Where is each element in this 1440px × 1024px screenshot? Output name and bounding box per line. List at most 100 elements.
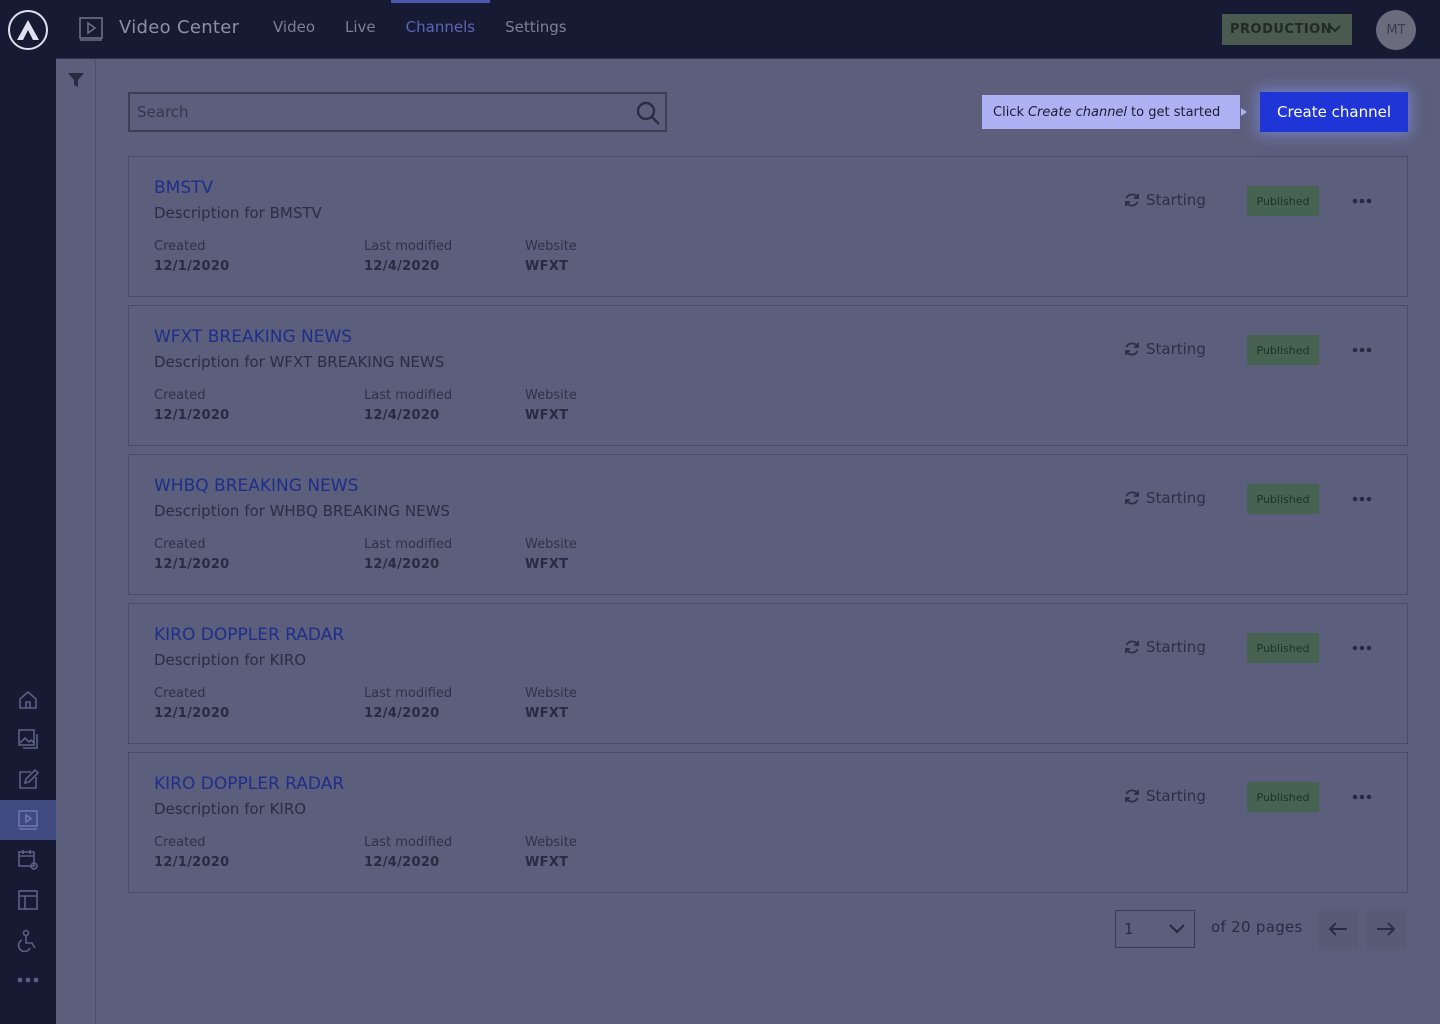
schedule-settings-icon[interactable] [0, 840, 56, 880]
website-label: Website [525, 835, 577, 850]
home-icon[interactable] [0, 680, 56, 720]
created-label: Created [154, 835, 206, 850]
channel-description: Description for WHBQ BREAKING NEWS [154, 502, 450, 520]
accessibility-icon[interactable] [0, 920, 56, 960]
tab-video[interactable]: Video [258, 0, 330, 59]
modified-value: 12/4/2020 [364, 408, 440, 423]
status-text: Starting [1146, 638, 1206, 656]
video-center-icon[interactable] [0, 800, 56, 840]
more-options-icon[interactable] [1351, 638, 1373, 658]
next-page-button[interactable] [1366, 909, 1406, 949]
top-bar: Video Center Video Live Channels Setting… [56, 0, 1440, 59]
create-channel-button[interactable]: Create channel [1260, 92, 1408, 132]
environment-label: PRODUCTION [1230, 22, 1333, 37]
created-label: Created [154, 537, 206, 552]
modified-value: 12/4/2020 [364, 855, 440, 870]
arrow-left-icon [1328, 922, 1347, 936]
refresh-icon [1125, 193, 1139, 207]
modified-meta: Last modified 12/4/2020 [364, 835, 452, 870]
website-meta: Website WFXT [525, 388, 577, 423]
website-label: Website [525, 537, 577, 552]
tab-live[interactable]: Live [330, 0, 391, 59]
channel-title-link[interactable]: WHBQ BREAKING NEWS [154, 476, 358, 496]
created-meta: Created 12/1/2020 [154, 239, 230, 274]
channel-description: Description for BMSTV [154, 204, 322, 222]
layout-icon[interactable] [0, 880, 56, 920]
channel-card: WHBQ BREAKING NEWS Description for WHBQ … [128, 454, 1408, 595]
channel-card: KIRO DOPPLER RADAR Description for KIRO … [128, 603, 1408, 744]
website-label: Website [525, 686, 577, 701]
avatar[interactable]: MT [1376, 10, 1416, 50]
search-box [128, 92, 667, 132]
arrow-right-icon [1377, 922, 1396, 936]
created-label: Created [154, 686, 206, 701]
search-input[interactable] [130, 94, 665, 130]
channel-card: WFXT BREAKING NEWS Description for WFXT … [128, 305, 1408, 446]
channel-title-link[interactable]: KIRO DOPPLER RADAR [154, 625, 344, 645]
status-badge: Published [1247, 633, 1319, 663]
website-value: WFXT [525, 706, 569, 721]
channel-title-link[interactable]: WFXT BREAKING NEWS [154, 327, 352, 347]
more-options-icon[interactable] [1351, 340, 1373, 360]
arc-logo-icon[interactable] [8, 10, 48, 50]
filter-icon[interactable] [67, 71, 85, 93]
status-text: Starting [1146, 340, 1206, 358]
created-meta: Created 12/1/2020 [154, 388, 230, 423]
channel-description: Description for KIRO [154, 800, 307, 818]
more-options-icon[interactable] [1351, 191, 1373, 211]
more-icon[interactable] [0, 960, 56, 1000]
environment-dropdown[interactable]: PRODUCTION [1222, 14, 1352, 45]
chevron-down-icon [1328, 22, 1342, 40]
website-value: WFXT [525, 855, 569, 870]
tab-channels[interactable]: Channels [390, 0, 491, 59]
prev-page-button[interactable] [1318, 909, 1358, 949]
left-rail [0, 0, 56, 1024]
website-meta: Website WFXT [525, 537, 577, 572]
modified-value: 12/4/2020 [364, 259, 440, 274]
hint-prefix: Click [993, 104, 1024, 120]
modified-meta: Last modified 12/4/2020 [364, 239, 452, 274]
created-value: 12/1/2020 [154, 706, 230, 721]
channel-title-link[interactable]: BMSTV [154, 178, 213, 198]
status-badge: Published [1247, 186, 1319, 216]
more-options-icon[interactable] [1351, 787, 1373, 807]
search-icon[interactable] [635, 100, 661, 130]
status-badge: Published [1247, 484, 1319, 514]
modified-value: 12/4/2020 [364, 557, 440, 572]
website-value: WFXT [525, 259, 569, 274]
edit-icon[interactable] [0, 760, 56, 800]
created-value: 12/1/2020 [154, 259, 230, 274]
main-tabs: Video Live Channels Settings [258, 0, 582, 59]
created-meta: Created 12/1/2020 [154, 686, 230, 721]
channel-card: KIRO DOPPLER RADAR Description for KIRO … [128, 752, 1408, 893]
photos-icon[interactable] [0, 719, 56, 759]
channel-status: Starting [1124, 191, 1206, 209]
status-text: Starting [1146, 787, 1206, 805]
more-options-icon[interactable] [1351, 489, 1373, 509]
hint-suffix: to get started [1131, 104, 1221, 120]
channel-status: Starting [1124, 638, 1206, 656]
channel-description: Description for WFXT BREAKING NEWS [154, 353, 445, 371]
status-text: Starting [1146, 489, 1206, 507]
channel-status: Starting [1124, 489, 1206, 507]
channel-title-link[interactable]: KIRO DOPPLER RADAR [154, 774, 344, 794]
channel-status: Starting [1124, 340, 1206, 358]
created-label: Created [154, 388, 206, 403]
refresh-icon [1125, 640, 1139, 654]
website-value: WFXT [525, 557, 569, 572]
website-label: Website [525, 239, 577, 254]
hint-emphasis: Create channel [1027, 104, 1128, 120]
modified-label: Last modified [364, 835, 453, 850]
chevron-down-icon [1168, 922, 1186, 940]
current-page: 1 [1124, 920, 1134, 938]
page-select[interactable]: 1 [1115, 910, 1195, 948]
modified-label: Last modified [364, 537, 453, 552]
modified-label: Last modified [364, 239, 453, 254]
channel-status: Starting [1124, 787, 1206, 805]
modified-meta: Last modified 12/4/2020 [364, 537, 452, 572]
video-center-app-icon [78, 16, 104, 46]
status-text: Starting [1146, 191, 1206, 209]
tab-settings[interactable]: Settings [490, 0, 582, 59]
modified-value: 12/4/2020 [364, 706, 440, 721]
created-meta: Created 12/1/2020 [154, 537, 230, 572]
